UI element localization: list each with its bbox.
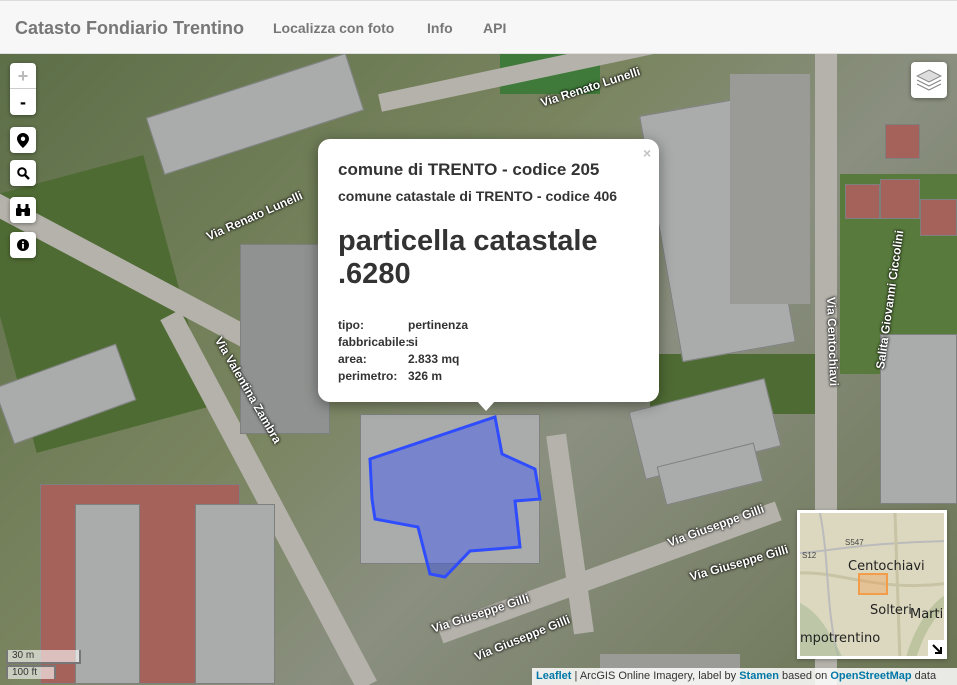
info-icon	[17, 239, 29, 251]
minimap-label-solteri: Solteri	[870, 603, 912, 618]
field-label-tipo: tipo:	[338, 318, 364, 332]
particella-heading: particella catastale .6280	[338, 225, 598, 290]
minimap-road-code: S547	[845, 538, 864, 547]
brand-title[interactable]: Catasto Fondiario Trentino	[15, 18, 244, 39]
search-icon	[16, 166, 30, 180]
parking	[730, 74, 810, 304]
location-pin-icon	[17, 132, 29, 148]
field-label-fabbricabile: fabbricabile:	[338, 335, 410, 349]
field-value-perimetro: 326 m	[408, 369, 443, 383]
arrow-icon	[932, 644, 942, 654]
nav-localizza-con-foto[interactable]: Localizza con foto	[273, 20, 394, 36]
minimap[interactable]: S547 S12 Centochiavi Solteri Martig mpot…	[797, 510, 947, 659]
layers-button[interactable]	[911, 62, 947, 98]
zoom-in-button[interactable]: +	[10, 63, 36, 89]
road-label: Via Renato Lunelli	[204, 188, 305, 244]
binoculars-icon	[16, 204, 30, 216]
osm-link[interactable]: OpenStreetMap	[830, 670, 911, 682]
field-label-perimetro: perimetro:	[338, 369, 398, 383]
comune-title: comune di TRENTO - codice 205	[338, 160, 600, 179]
minimap-label-centochiavi: Centochiavi	[848, 559, 925, 574]
road-label: Via Centochiavi	[824, 296, 842, 387]
info-button[interactable]	[10, 232, 36, 258]
field-value-tipo: pertinenza	[408, 318, 469, 332]
comune-catastale-subtitle: comune catastale di TRENTO - codice 406	[338, 188, 618, 204]
navbar: Catasto Fondiario Trentino Localizza con…	[0, 0, 957, 54]
popup-tip	[476, 400, 496, 411]
minimap-label-campotrentino: mpotrentino	[800, 631, 881, 646]
search-button[interactable]	[10, 160, 36, 186]
zoom-out-button[interactable]: -	[10, 89, 36, 115]
zoom-control: + -	[10, 63, 36, 115]
minimap-road-code: S12	[802, 551, 817, 560]
minimap-toggle-button[interactable]	[928, 640, 944, 656]
minimap-label-martig: Martig	[910, 607, 944, 622]
building	[75, 504, 140, 684]
attribution-text: | ArcGIS Online Imagery, label by	[571, 670, 740, 682]
attribution-text: based on	[778, 670, 831, 682]
leaflet-link[interactable]: Leaflet	[536, 670, 571, 682]
parcel-polygon[interactable]	[360, 409, 550, 579]
building	[920, 199, 957, 236]
attribution: Leaflet | ArcGIS Online Imagery, label b…	[532, 668, 957, 685]
field-label-area: area:	[338, 352, 367, 366]
explore-button[interactable]	[10, 197, 36, 223]
field-value-area: 2.833 mq	[408, 352, 460, 366]
minimap-viewport-rect[interactable]	[858, 573, 888, 595]
building	[195, 504, 275, 684]
popup-close-button[interactable]: ×	[643, 145, 651, 161]
building	[880, 179, 920, 219]
scale-metric: 30 m	[6, 650, 81, 664]
building	[880, 334, 957, 504]
attribution-text: data	[911, 670, 937, 682]
locate-button[interactable]	[10, 127, 36, 153]
stamen-link[interactable]: Stamen	[739, 670, 779, 682]
building	[845, 184, 880, 219]
building	[885, 124, 920, 159]
nav-info[interactable]: Info	[427, 20, 453, 36]
layers-icon	[916, 69, 942, 91]
road	[546, 433, 594, 635]
nav-api[interactable]: API	[483, 20, 506, 36]
field-value-fabbricabile: si	[408, 335, 419, 349]
scale-imperial: 100 ft	[6, 665, 56, 679]
